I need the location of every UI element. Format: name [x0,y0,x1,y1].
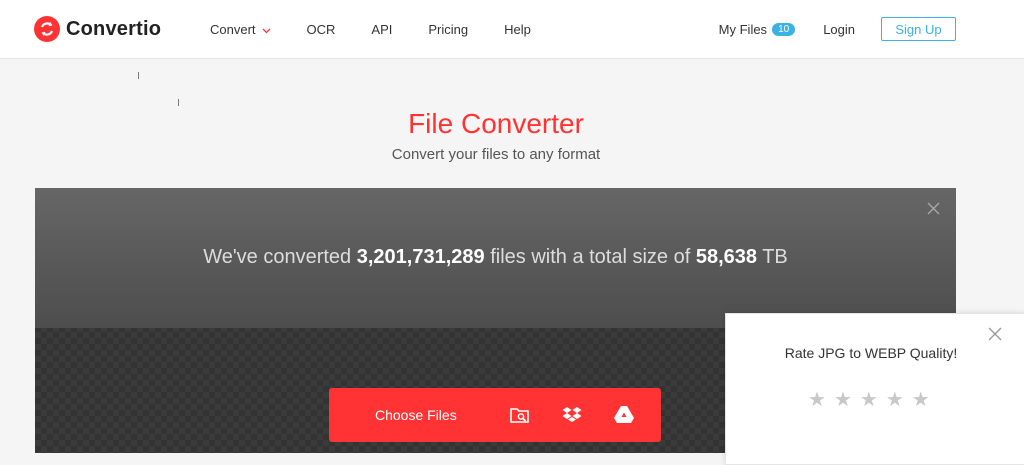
star-icon[interactable]: ★ [860,390,878,410]
nav-convert[interactable]: Convert [210,22,271,37]
choose-files-button[interactable]: Choose Files [329,388,661,442]
my-files-label: My Files [718,21,768,37]
nav-pricing[interactable]: Pricing [428,22,468,37]
decorative-tick [138,72,139,79]
page-subtitle: Convert your files to any format [391,146,601,163]
login-link[interactable]: Login [823,22,855,37]
nav-api[interactable]: API [371,22,392,37]
stats-total-size: 58,638 [695,246,758,268]
my-files-link[interactable]: My Files 10 [719,22,796,37]
star-icon[interactable]: ★ [886,390,904,410]
choose-files-label: Choose Files [375,407,457,423]
header: Convertio Convert OCR API Pricing Help M… [0,0,1024,59]
close-icon[interactable] [988,327,1002,346]
stats-suffix: TB [757,246,788,268]
main-nav: Convert OCR API Pricing Help [210,22,567,37]
rating-title: Rate JPG to WEBP Quality! [784,345,958,361]
page-title: File Converter [408,108,584,139]
account-nav: My Files 10 Login Sign Up [719,17,956,41]
dropbox-icon[interactable] [561,404,583,431]
stats-prefix: We've converted [203,246,357,268]
close-icon[interactable] [927,202,940,220]
google-drive-icon[interactable] [613,404,635,431]
stats-middle: files with a total size of [484,246,696,268]
stats-files-count: 3,201,731,289 [356,246,485,268]
folder-search-icon[interactable] [509,404,531,431]
star-icon[interactable]: ★ [808,390,826,410]
star-icon[interactable]: ★ [834,390,852,410]
nav-convert-label: Convert [210,22,256,37]
chevron-down-icon [262,22,271,37]
nav-help[interactable]: Help [504,22,531,37]
signup-button[interactable]: Sign Up [881,17,956,41]
stats-banner: We've converted 3,201,731,289 files with… [35,188,956,328]
star-icon[interactable]: ★ [912,390,930,410]
rating-popup: Rate JPG to WEBP Quality! ★ ★ ★ ★ ★ [725,313,1024,465]
decorative-tick [178,99,179,106]
convertio-logo-icon [34,16,60,42]
rating-stars: ★ ★ ★ ★ ★ [808,390,938,410]
logo[interactable]: Convertio [34,16,161,42]
logo-text: Convertio [66,17,162,40]
my-files-count-badge: 10 [772,22,796,36]
nav-ocr[interactable]: OCR [307,22,336,37]
conversion-stats: We've converted 3,201,731,289 files with… [35,246,956,269]
